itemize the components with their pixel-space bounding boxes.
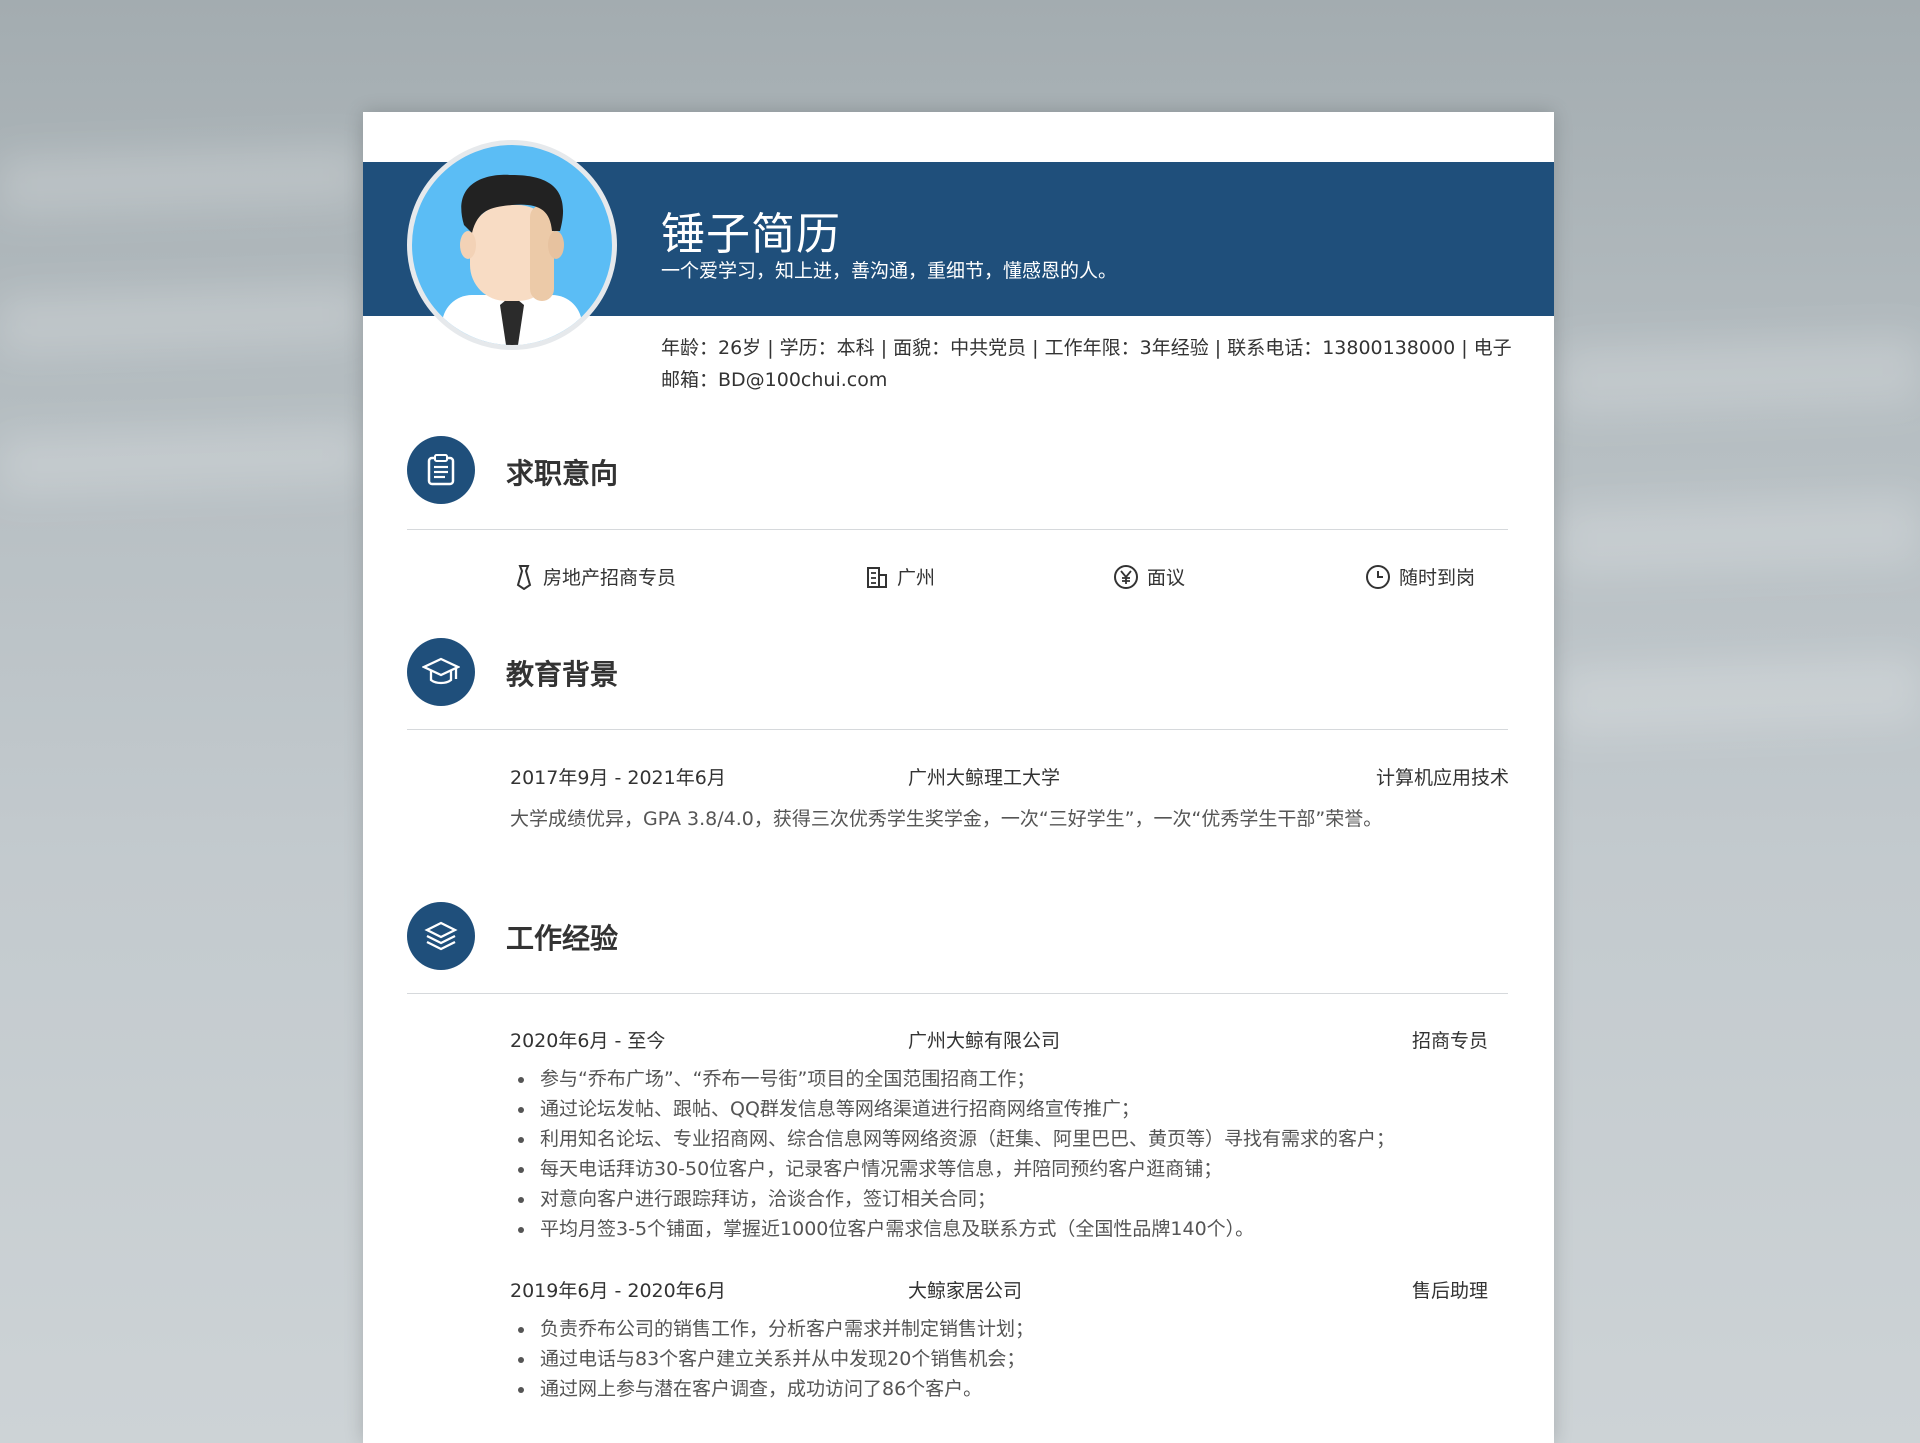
list-item: 每天电话拜访30-50位客户，记录客户情况需求等信息，并陪同预约客户逛商铺；	[536, 1154, 1395, 1184]
avatar	[407, 140, 617, 350]
candidate-motto: 一个爱学习，知上进，善沟通，重细节，懂感恩的人。	[661, 260, 1118, 282]
yen-icon	[1114, 564, 1138, 589]
clock-icon	[1366, 564, 1390, 589]
job-period: 2019年6月 - 2020年6月	[510, 1280, 726, 1302]
intent-city: 广州	[865, 563, 935, 590]
section-divider	[407, 993, 1508, 994]
background-stripe	[1560, 653, 1920, 737]
list-item: 通过网上参与潜在客户调查，成功访问了86个客户。	[536, 1374, 1034, 1404]
list-item: 通过电话与83个客户建立关系并从中发现20个销售机会；	[536, 1344, 1034, 1374]
building-icon	[867, 566, 887, 588]
job-role: 招商专员	[1411, 1030, 1488, 1052]
intent-availability-label: 随时到岗	[1399, 567, 1476, 589]
education-period: 2017年9月 - 2021年6月	[510, 767, 726, 789]
intent-position: 房地产招商专员	[513, 563, 676, 590]
education-school: 广州大鲸理工大学	[908, 767, 1061, 789]
section-divider	[407, 729, 1508, 730]
candidate-name: 锤子简历	[661, 209, 841, 260]
background-stripe	[0, 283, 360, 357]
layers-icon	[407, 902, 475, 970]
intent-salary-label: 面议	[1147, 567, 1186, 589]
job-bullets: 参与“乔布广场”、“乔布一号街”项目的全国范围招商工作； 通过论坛发帖、跟帖、Q…	[510, 1064, 1395, 1244]
job-role: 售后助理	[1411, 1280, 1488, 1302]
section-divider	[407, 529, 1508, 530]
section-title-work: 工作经验	[506, 922, 619, 955]
list-item: 利用知名论坛、专业招商网、综合信息网等网络资源（赶集、阿里巴巴、黄页等）寻找有需…	[536, 1124, 1395, 1154]
background-stripe	[1560, 493, 1920, 577]
graduation-cap-icon	[407, 638, 475, 706]
candidate-info: 年龄：26岁 | 学历：本科 | 面貌：中共党员 | 工作年限：3年经验 | 联…	[661, 337, 1512, 391]
intent-city-label: 广州	[897, 567, 936, 589]
intent-availability: 随时到岗	[1365, 563, 1475, 590]
intent-position-label: 房地产招商专员	[543, 567, 677, 589]
resume-page: 锤子简历 一个爱学习，知上进，善沟通，重细节，懂感恩的人。 年龄：26岁 | 学…	[363, 112, 1554, 1443]
tie-icon	[516, 564, 532, 590]
education-major: 计算机应用技术	[1375, 767, 1509, 789]
clipboard-icon	[407, 436, 475, 504]
list-item: 通过论坛发帖、跟帖、QQ群发信息等网络渠道进行招商网络宣传推广；	[536, 1094, 1395, 1124]
list-item: 负责乔布公司的销售工作，分析客户需求并制定销售计划；	[536, 1314, 1034, 1344]
section-title-education: 教育背景	[506, 658, 619, 691]
list-item: 参与“乔布广场”、“乔布一号街”项目的全国范围招商工作；	[536, 1064, 1395, 1094]
intent-salary: 面议	[1113, 563, 1185, 590]
list-item: 对意向客户进行跟踪拜访，洽谈合作，签订相关合同；	[536, 1184, 1395, 1214]
job-company: 广州大鲸有限公司	[908, 1030, 1061, 1052]
background-stripe	[1560, 333, 1920, 417]
job-bullets: 负责乔布公司的销售工作，分析客户需求并制定销售计划； 通过电话与83个客户建立关…	[510, 1314, 1034, 1404]
avatar-illustration-icon	[442, 174, 582, 345]
job-period: 2020年6月 - 至今	[510, 1030, 666, 1052]
background-stripe	[0, 143, 360, 217]
list-item: 平均月签3-5个铺面，掌握近1000位客户需求信息及联系方式（全国性品牌140个…	[536, 1214, 1395, 1244]
job-company: 大鲸家居公司	[908, 1280, 1023, 1302]
education-description: 大学成绩优异，GPA 3.8/4.0，获得三次优秀学生奖学金，一次“三好学生”，…	[510, 808, 1383, 830]
section-title-intent: 求职意向	[506, 457, 619, 490]
background-stripe	[0, 423, 360, 497]
